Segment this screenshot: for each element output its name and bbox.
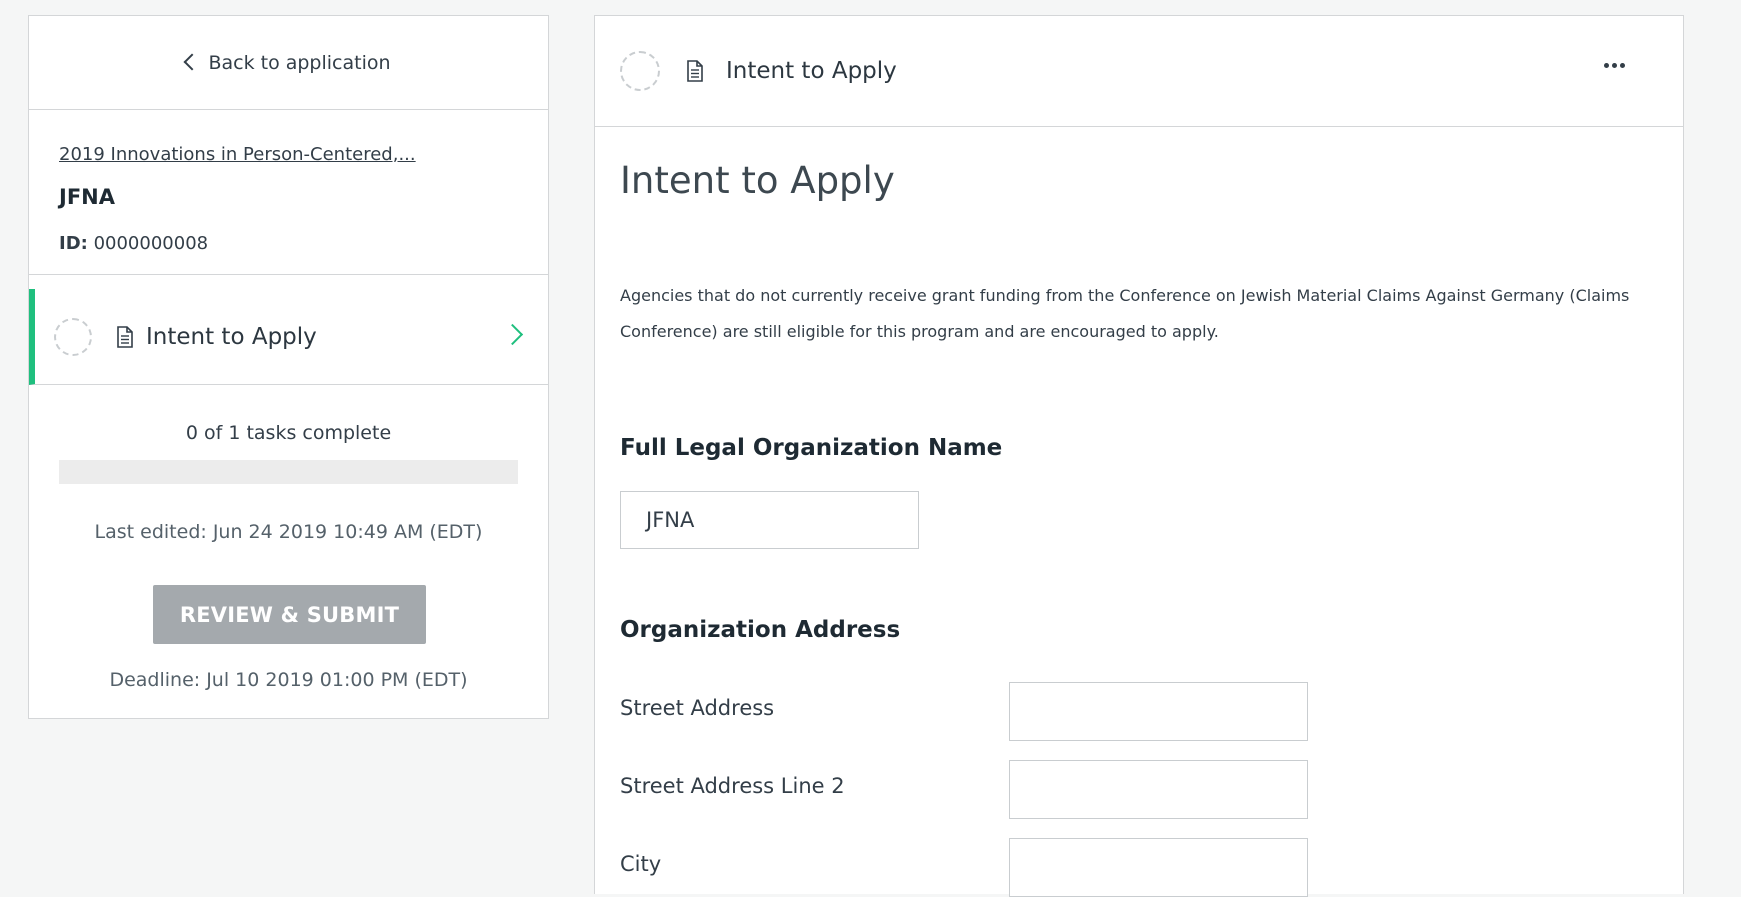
review-submit-button[interactable]: REVIEW & SUBMIT xyxy=(153,585,426,644)
page-title: Intent to Apply xyxy=(620,159,895,202)
task-item-intent-to-apply[interactable]: Intent to Apply xyxy=(29,289,548,385)
task-form-panel: Intent to Apply Intent to Apply Agencies… xyxy=(594,15,1684,897)
application-name-link[interactable]: 2019 Innovations in Person-Centered,... xyxy=(59,144,416,165)
document-icon xyxy=(117,325,133,348)
org-name-heading: Full Legal Organization Name xyxy=(620,435,1003,461)
chevron-left-icon xyxy=(183,53,201,70)
street-address-2-label: Street Address Line 2 xyxy=(620,774,845,798)
organization-name: JFNA xyxy=(59,185,115,209)
document-icon xyxy=(687,60,703,82)
deadline-text: Deadline: Jul 10 2019 01:00 PM (EDT) xyxy=(109,669,468,691)
back-label: Back to application xyxy=(208,51,391,74)
progress-text: 0 of 1 tasks complete xyxy=(185,422,392,444)
task-label: Intent to Apply xyxy=(146,323,317,350)
divider xyxy=(29,274,548,275)
city-label: City xyxy=(620,852,662,876)
chevron-right-icon xyxy=(501,323,524,346)
street-address-input[interactable] xyxy=(1009,682,1308,741)
city-input[interactable] xyxy=(1009,838,1308,897)
dot xyxy=(1604,63,1609,68)
id-label: ID: xyxy=(59,233,88,254)
application-id: ID: 0000000008 xyxy=(59,233,208,254)
org-name-input[interactable]: JFNA xyxy=(620,491,919,549)
header-title: Intent to Apply xyxy=(726,58,897,84)
street-address-2-input[interactable] xyxy=(1009,760,1308,819)
street-address-label: Street Address xyxy=(620,696,775,720)
status-circle-icon[interactable] xyxy=(620,51,660,91)
back-to-application-link[interactable]: Back to application xyxy=(29,16,548,110)
status-circle-icon xyxy=(54,317,92,356)
progress-bar xyxy=(59,460,518,484)
last-edited-text: Last edited: Jun 24 2019 10:49 AM (EDT) xyxy=(94,521,483,543)
more-options-icon[interactable] xyxy=(1604,63,1625,68)
dot xyxy=(1620,63,1625,68)
id-value: 0000000008 xyxy=(93,233,209,254)
application-sidebar: Back to application 2019 Innovations in … xyxy=(28,15,549,719)
intro-text: Agencies that do not currently receive g… xyxy=(620,286,1630,341)
dot xyxy=(1612,63,1617,68)
task-header: Intent to Apply xyxy=(595,16,1683,127)
address-heading: Organization Address xyxy=(620,617,901,643)
